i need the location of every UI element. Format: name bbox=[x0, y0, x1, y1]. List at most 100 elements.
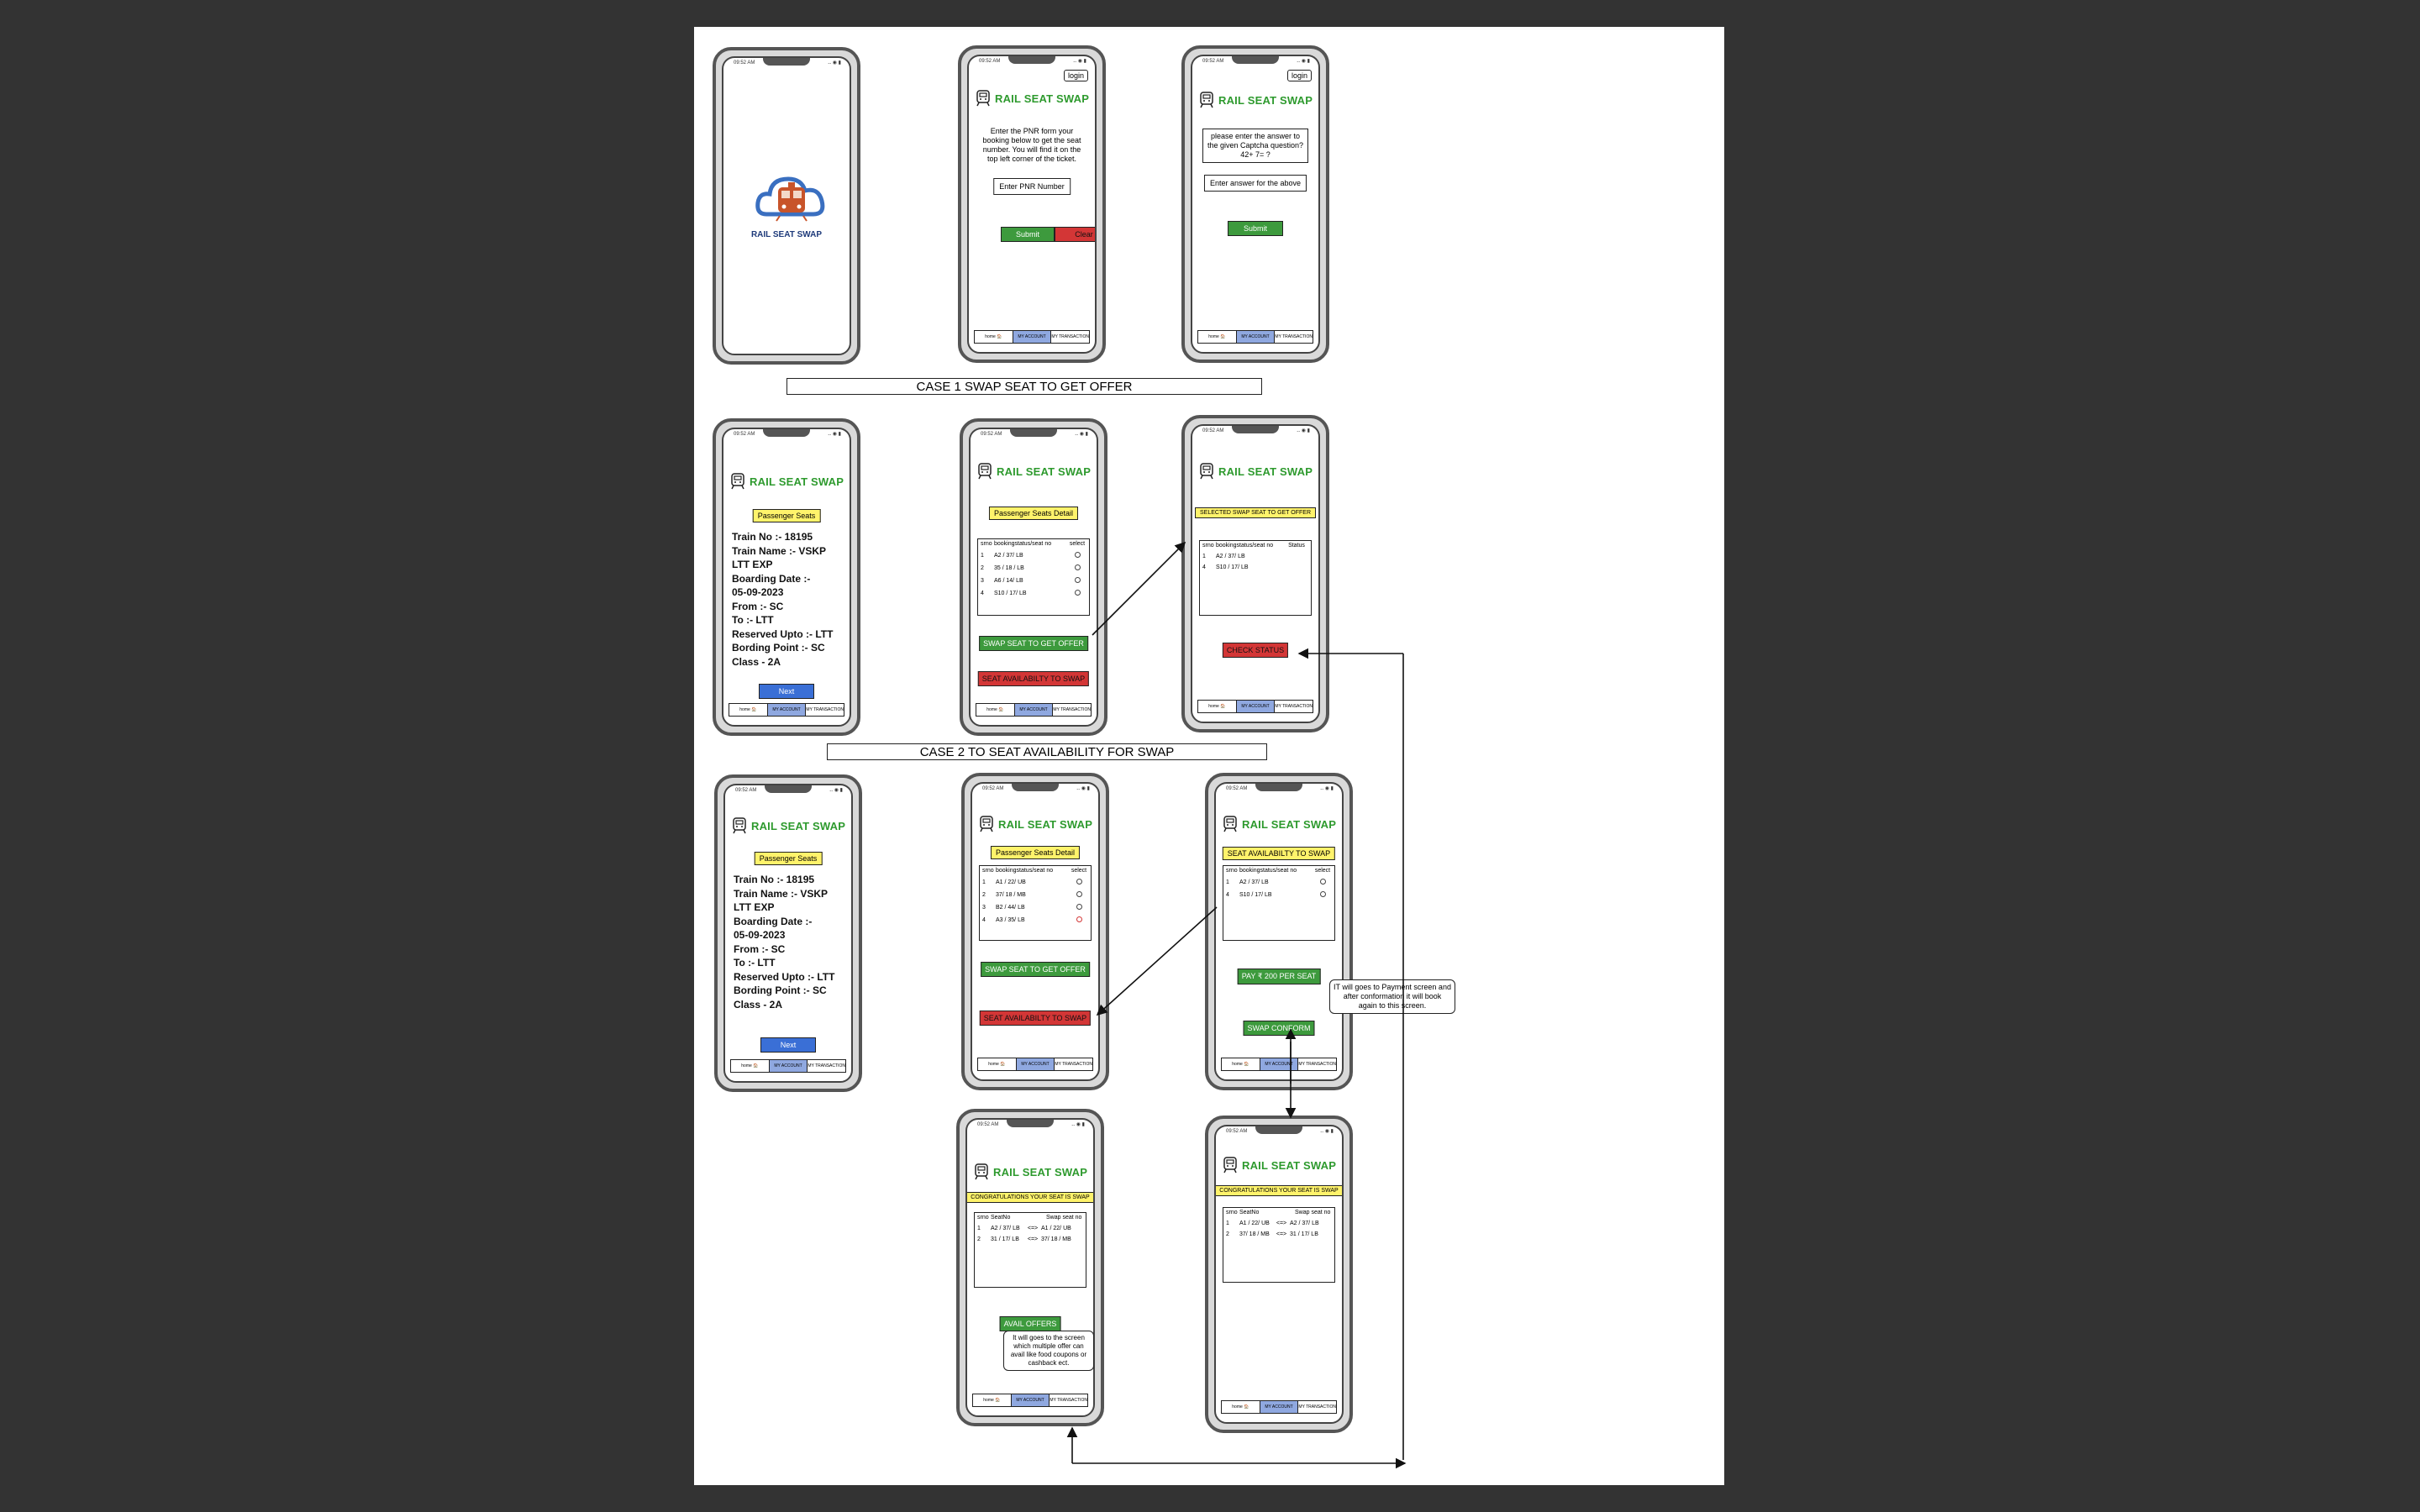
tab-home[interactable]: home 🏠 bbox=[1222, 1058, 1260, 1070]
tab-my-account[interactable]: MY ACCOUNT bbox=[1260, 1058, 1299, 1070]
swap-confirm-button[interactable]: SWAP CONFORM bbox=[1243, 1021, 1315, 1036]
passenger-seats-label: Passenger Seats bbox=[752, 509, 821, 522]
tab-home[interactable]: home 🏠 bbox=[1198, 331, 1237, 343]
next-button[interactable]: Next bbox=[759, 684, 814, 699]
table-row: 1 A1 / 22/ UB bbox=[980, 874, 1091, 886]
avail-offers-button[interactable]: AVAIL OFFERS bbox=[999, 1316, 1061, 1331]
brand-header: RAIL SEAT SWAP bbox=[1199, 92, 1313, 108]
brand-header: RAIL SEAT SWAP bbox=[1223, 816, 1336, 832]
table-row: 1 A1 / 22/ UB <=> A2 / 37/ LB bbox=[1226, 1221, 1319, 1226]
swap-seat-offer-button[interactable]: SWAP SEAT TO GET OFFER bbox=[981, 962, 1090, 977]
tab-home[interactable]: home 🏠 bbox=[1198, 701, 1237, 712]
bottom-tab-bar: home 🏠 MY ACCOUNT MY TRANSACTION bbox=[974, 330, 1090, 344]
tab-home[interactable]: home 🏠 bbox=[1222, 1401, 1260, 1413]
status-icons: ‥ ◉ ▮ bbox=[829, 788, 843, 793]
tab-home[interactable]: home 🏠 bbox=[731, 1060, 770, 1072]
tab-home[interactable]: home 🏠 bbox=[976, 704, 1015, 716]
swap-seat-offer-button[interactable]: SWAP SEAT TO GET OFFER bbox=[979, 636, 1088, 651]
tab-home[interactable]: home 🏠 bbox=[973, 1394, 1012, 1406]
bottom-tab-bar: home 🏠 MY ACCOUNT MY TRANSACTION bbox=[729, 703, 844, 717]
tab-my-transaction[interactable]: MY TRANSACTION bbox=[1298, 1058, 1336, 1070]
select-radio[interactable] bbox=[1076, 879, 1082, 885]
train-icon bbox=[980, 816, 993, 832]
tab-home[interactable]: home 🏠 bbox=[978, 1058, 1017, 1070]
login-button[interactable]: login bbox=[1063, 70, 1088, 81]
tab-my-transaction[interactable]: MY TRANSACTION bbox=[1298, 1401, 1336, 1413]
select-radio[interactable] bbox=[1076, 891, 1082, 897]
select-radio[interactable] bbox=[1074, 552, 1081, 558]
table-row: 1 A2 / 37/ LB bbox=[978, 547, 1089, 559]
train-icon bbox=[976, 90, 990, 107]
selected-swap-label: SELECTED SWAP SEAT TO GET OFFER bbox=[1195, 507, 1316, 518]
select-radio[interactable] bbox=[1076, 904, 1082, 910]
tab-my-account[interactable]: MY ACCOUNT bbox=[767, 704, 807, 716]
tab-my-account[interactable]: MY ACCOUNT bbox=[1014, 704, 1054, 716]
train-icon bbox=[733, 817, 746, 834]
splash-logo-text: RAIL SEAT SWAP bbox=[750, 230, 823, 239]
tab-home[interactable]: home 🏠 bbox=[975, 331, 1013, 343]
status-icons: ‥ ◉ ▮ bbox=[1076, 786, 1090, 791]
brand-title: RAIL SEAT SWAP bbox=[750, 475, 844, 488]
tab-my-transaction[interactable]: MY TRANSACTION bbox=[1275, 701, 1313, 712]
select-radio[interactable] bbox=[1074, 577, 1081, 583]
brand-title: RAIL SEAT SWAP bbox=[1242, 1158, 1337, 1172]
phone-passenger-seats-2: 09:52 AM ‥ ◉ ▮ RAIL SEAT SWAP Passenger … bbox=[714, 774, 862, 1092]
clear-button[interactable]: Clear bbox=[1055, 227, 1095, 242]
tab-my-account[interactable]: MY ACCOUNT bbox=[1260, 1401, 1299, 1413]
bottom-tab-bar: home 🏠 MY ACCOUNT MY TRANSACTION bbox=[976, 703, 1092, 717]
phone-seat-availability: 09:52 AM ‥ ◉ ▮ RAIL SEAT SWAP SEAT AVAIL… bbox=[1205, 773, 1353, 1090]
tab-my-transaction[interactable]: MY TRANSACTION bbox=[1275, 331, 1313, 343]
select-radio[interactable] bbox=[1319, 891, 1326, 897]
login-button[interactable]: login bbox=[1286, 70, 1312, 81]
captcha-input[interactable]: Enter answer for the above bbox=[1203, 175, 1307, 192]
status-time: 09:52 AM bbox=[1226, 786, 1248, 791]
select-radio[interactable] bbox=[1074, 590, 1081, 596]
status-time: 09:52 AM bbox=[982, 786, 1004, 791]
tab-home[interactable]: home 🏠 bbox=[729, 704, 768, 716]
tab-my-account[interactable]: MY ACCOUNT bbox=[1011, 1394, 1050, 1406]
next-button[interactable]: Next bbox=[760, 1037, 816, 1053]
bottom-tab-bar: home 🏠 MY ACCOUNT MY TRANSACTION bbox=[1197, 330, 1313, 344]
tab-my-account[interactable]: MY ACCOUNT bbox=[1236, 701, 1276, 712]
tab-my-transaction[interactable]: MY TRANSACTION bbox=[806, 704, 844, 716]
pay-button[interactable]: PAY ₹ 200 PER SEAT bbox=[1237, 969, 1321, 984]
tab-my-account[interactable]: MY ACCOUNT bbox=[1236, 331, 1276, 343]
congrats-label: CONGRATULATIONS YOUR SEAT IS SWAP bbox=[1216, 1185, 1342, 1196]
phone-selected-swap: 09:52 AM ‥ ◉ ▮ RAIL SEAT SWAP SELECTED S… bbox=[1181, 415, 1329, 732]
phone-congrats-2: 09:52 AM ‥ ◉ ▮ RAIL SEAT SWAP CONGRATULA… bbox=[1205, 1116, 1353, 1433]
seat-availability-button[interactable]: SEAT AVAILABILTY TO SWAP bbox=[979, 1011, 1092, 1026]
passenger-seats-label: Passenger Seats bbox=[754, 852, 823, 865]
captcha-submit-button[interactable]: Submit bbox=[1228, 221, 1283, 236]
tab-my-transaction[interactable]: MY TRANSACTION bbox=[1051, 331, 1089, 343]
status-time: 09:52 AM bbox=[1226, 1129, 1248, 1134]
rail-logo-icon bbox=[755, 176, 825, 222]
table-row: 1 A2 / 37/ LB bbox=[1202, 554, 1245, 559]
train-icon bbox=[978, 463, 992, 480]
tab-my-transaction[interactable]: MY TRANSACTION bbox=[1055, 1058, 1092, 1070]
status-icons: ‥ ◉ ▮ bbox=[1297, 59, 1310, 64]
submit-button[interactable]: Submit bbox=[1001, 227, 1055, 242]
train-icon bbox=[975, 1163, 988, 1180]
seats-detail-label: Passenger Seats Detail bbox=[988, 507, 1079, 520]
tab-my-transaction[interactable]: MY TRANSACTION bbox=[1053, 704, 1091, 716]
select-radio[interactable] bbox=[1319, 879, 1326, 885]
select-radio[interactable] bbox=[1074, 564, 1081, 570]
check-status-button[interactable]: CHECK STATUS bbox=[1222, 643, 1289, 658]
status-icons: ‥ ◉ ▮ bbox=[1073, 59, 1086, 64]
status-time: 09:52 AM bbox=[734, 60, 755, 66]
brand-title: RAIL SEAT SWAP bbox=[1218, 465, 1313, 478]
tab-my-account[interactable]: MY ACCOUNT bbox=[1013, 331, 1052, 343]
tab-my-account[interactable]: MY ACCOUNT bbox=[1016, 1058, 1055, 1070]
status-icons: ‥ ◉ ▮ bbox=[1075, 432, 1088, 437]
train-icon bbox=[1223, 1157, 1237, 1173]
availability-label: SEAT AVAILABILTY TO SWAP bbox=[1222, 847, 1336, 860]
select-radio[interactable] bbox=[1076, 916, 1082, 922]
tab-my-transaction[interactable]: MY TRANSACTION bbox=[1050, 1394, 1087, 1406]
bottom-tab-bar: home 🏠 MY ACCOUNT MY TRANSACTION bbox=[1197, 700, 1313, 713]
status-time: 09:52 AM bbox=[981, 432, 1002, 437]
status-time: 09:52 AM bbox=[977, 1122, 999, 1127]
pnr-input[interactable]: Enter PNR Number bbox=[993, 178, 1071, 195]
seat-availability-button[interactable]: SEAT AVAILABILTY TO SWAP bbox=[977, 671, 1090, 686]
tab-my-transaction[interactable]: MY TRANSACTION bbox=[808, 1060, 845, 1072]
tab-my-account[interactable]: MY ACCOUNT bbox=[769, 1060, 808, 1072]
